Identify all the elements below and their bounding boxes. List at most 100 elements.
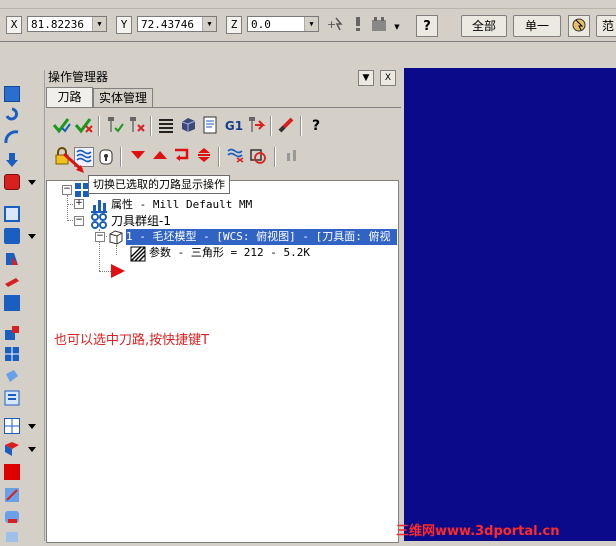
backplot-icon[interactable] [156, 116, 176, 136]
level-manager-icon[interactable] [370, 15, 390, 35]
left-toolbar [0, 70, 45, 542]
grid-cube-icon[interactable] [4, 346, 20, 362]
stock-model-icon [108, 229, 124, 248]
tree-item-tool-group[interactable]: 刀具群组-1 [111, 213, 171, 229]
tree-connector [67, 195, 68, 221]
verify-icon[interactable] [104, 116, 124, 136]
shell-icon[interactable] [4, 509, 20, 525]
tree-item-parameters[interactable]: 参数 - 三角形 = 212 - 5.2K [149, 245, 310, 261]
level-dropdown-icon[interactable]: ▼ [392, 15, 402, 35]
operation-manager-panel: 操作管理器 ▼ X 刀路 实体管理 G1 ? − + 属性 - Mill Def… [46, 68, 401, 543]
post-icon[interactable] [200, 116, 220, 136]
simulate-icon[interactable] [178, 116, 198, 136]
translate-icon[interactable] [4, 86, 20, 102]
select-cursor-icon[interactable] [568, 15, 590, 37]
post-selected-icon[interactable] [246, 116, 266, 136]
alert-icon[interactable] [348, 15, 368, 35]
tooltip-pointer-arrow [62, 152, 86, 179]
help-ops-icon[interactable]: ? [306, 116, 326, 136]
cube-icon[interactable] [4, 228, 20, 244]
tree-item-properties[interactable]: 属性 - Mill Default MM [111, 197, 252, 213]
z-coordinate-value: 0.0 [251, 18, 271, 31]
annotation-text: 也可以选中刀路,按快捷键T [54, 333, 210, 348]
properties-expand-toggle[interactable]: + [74, 199, 84, 209]
z-dropdown-icon[interactable]: ▼ [304, 17, 318, 31]
blend-icon[interactable] [4, 441, 20, 457]
info-icon[interactable] [4, 390, 20, 406]
separator [98, 116, 100, 136]
g1-icon[interactable]: G1 [224, 116, 244, 136]
table-icon[interactable] [4, 418, 20, 434]
cube-caret-icon[interactable] [28, 234, 36, 239]
tab-divider [46, 107, 401, 108]
panel-menu-button[interactable]: ▼ [358, 70, 374, 86]
shape-red-icon[interactable] [4, 251, 20, 267]
blend-caret-icon[interactable] [28, 447, 36, 452]
watermark-text: 三维网www.3dportal.cn [396, 524, 560, 539]
operation-tree: − + 属性 - Mill Default MM − 刀具群组-1 − 1 - … [46, 180, 399, 543]
y-coordinate-label: Y [116, 16, 132, 34]
help-icon[interactable]: ? [416, 15, 438, 37]
panel-title-bar: 操作管理器 ▼ X [46, 68, 401, 86]
block-icon[interactable] [4, 295, 20, 311]
disabled-tool-icon [282, 147, 302, 167]
regenerate-ops-icon[interactable] [74, 116, 94, 136]
parameters-icon [130, 246, 146, 265]
table-caret-icon[interactable] [28, 424, 36, 429]
z-coordinate-field[interactable]: 0.0 ▼ [247, 16, 319, 32]
rotate-icon[interactable] [4, 106, 20, 122]
separator [218, 147, 220, 167]
separator [274, 147, 276, 167]
select-all-ops-icon[interactable] [52, 116, 72, 136]
toggle-display-tooltip: 切换已选取的刀路显示操作 [88, 175, 230, 194]
panel-title: 操作管理器 [48, 70, 109, 84]
scroll-to-insert-icon[interactable] [194, 147, 214, 167]
separator [270, 116, 272, 136]
tab-solids[interactable]: 实体管理 [93, 88, 153, 108]
select-all-button[interactable]: 全部 [461, 15, 507, 37]
move-up-icon[interactable] [150, 147, 170, 167]
x-coordinate-label: X [6, 16, 22, 34]
red-square-icon[interactable] [4, 464, 20, 480]
move-down-icon[interactable] [128, 147, 148, 167]
solid-box-caret-icon[interactable] [28, 180, 36, 185]
high-speed-icon[interactable] [276, 116, 296, 136]
arc-icon[interactable] [4, 129, 20, 145]
group-collapse-toggle[interactable]: − [74, 216, 84, 226]
y-coordinate-field[interactable]: 72.43746 ▼ [137, 16, 217, 32]
operation-collapse-toggle[interactable]: − [95, 232, 105, 242]
edit-icon[interactable] [4, 487, 20, 503]
insert-arrow-icon[interactable] [110, 263, 126, 282]
panel-close-button[interactable]: X [380, 70, 396, 86]
svg-text:+: + [327, 18, 336, 31]
separator [300, 116, 302, 136]
solid-add-icon[interactable] [4, 325, 20, 341]
y-dropdown-icon[interactable]: ▼ [202, 17, 216, 31]
y-coordinate-value: 72.43746 [141, 18, 194, 31]
tree-item-operation[interactable]: 1 - 毛坯模型 - [WCS: 俯视图] - [刀具面: 俯视 [126, 229, 397, 245]
tab-toolpaths[interactable]: 刀路 [46, 87, 93, 108]
range-button[interactable]: 范 [596, 15, 616, 37]
separator [120, 147, 122, 167]
root-collapse-toggle[interactable]: − [62, 185, 72, 195]
fast-point-icon[interactable]: + [326, 15, 346, 35]
select-single-button[interactable]: 单一 [513, 15, 561, 37]
toolpath-wave-icon[interactable] [226, 147, 246, 167]
verify-dirty-icon[interactable] [126, 116, 146, 136]
x-coordinate-field[interactable]: 81.82236 ▼ [27, 16, 107, 32]
bottom-cube-icon[interactable] [4, 530, 20, 546]
stock-circle-icon[interactable] [248, 147, 268, 167]
x-coordinate-value: 81.82236 [31, 18, 84, 31]
plate-icon[interactable] [4, 274, 20, 290]
tool-group-icon [91, 213, 107, 232]
x-dropdown-icon[interactable]: ▼ [92, 17, 106, 31]
coordinate-toolbar: X 81.82236 ▼ Y 72.43746 ▼ Z 0.0 ▼ + ▼ ? … [0, 9, 616, 42]
separator [150, 116, 152, 136]
frame-icon[interactable] [4, 206, 20, 222]
insert-after-icon[interactable] [172, 147, 192, 167]
post-toggle-icon[interactable] [96, 147, 116, 167]
cut-icon[interactable] [4, 368, 20, 384]
graphics-viewport[interactable] [404, 68, 616, 541]
solid-box-icon[interactable] [4, 174, 20, 190]
down-arrow-icon[interactable] [4, 152, 20, 168]
